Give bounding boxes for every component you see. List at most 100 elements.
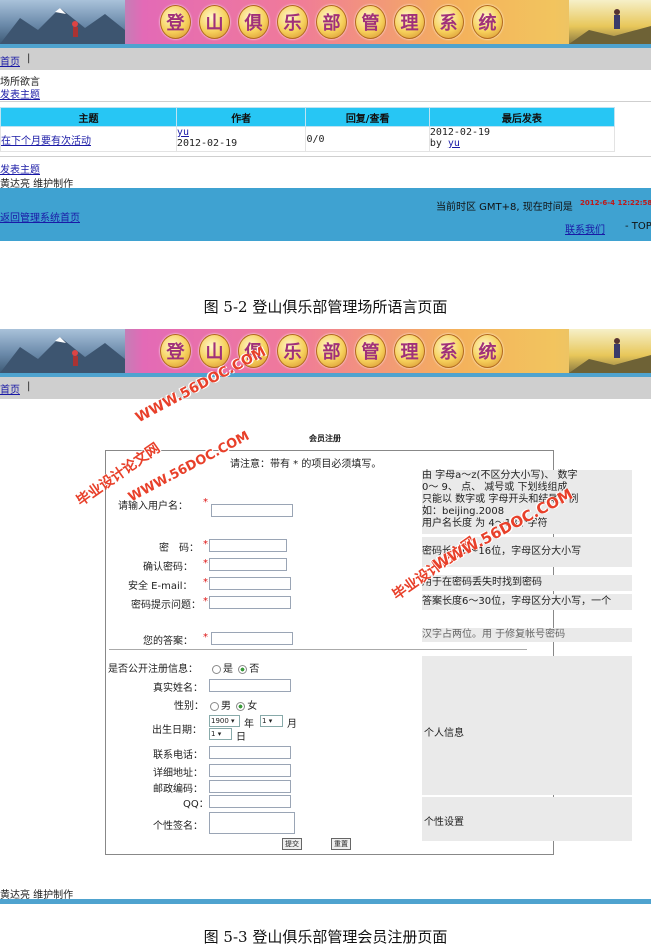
- table-row: 在下个月要有次活动 yu 2012-02-19 0/0 2012-02-19 by …: [0, 126, 616, 152]
- year-select[interactable]: 1900 ▾: [209, 715, 240, 727]
- public-radio-group: 是 否: [210, 660, 259, 675]
- confirm-password-label: 确认密码：: [143, 562, 193, 573]
- phone-label: 联系电话：: [153, 750, 203, 761]
- banner-title-char: 系: [433, 5, 464, 39]
- required-star: *: [203, 632, 208, 643]
- contact-link[interactable]: 联系我们: [565, 221, 605, 236]
- caption-figure-5-2: 图 5-2 登山俱乐部管理场所语言页面: [203, 298, 448, 316]
- required-star: *: [203, 539, 208, 550]
- answer-hint-2: 汉字占两位。用 于修复帐号密码: [422, 628, 632, 642]
- post-topic-link[interactable]: 发表主题: [0, 86, 40, 101]
- password-label: 密 码：: [159, 543, 199, 554]
- answer-input[interactable]: [211, 632, 293, 645]
- zip-label: 邮政编码：: [153, 784, 203, 795]
- required-star: *: [203, 558, 208, 569]
- personal-setting-text: 个性设置: [424, 817, 464, 828]
- last-post-by: by: [429, 138, 442, 149]
- required-star: *: [203, 577, 208, 588]
- registration-form: 请注意：带有 * 的项目必须填写。 由 字母a～z(不区分大小写)、 数字 0～ …: [105, 450, 632, 855]
- bottom-footer-strip: [0, 899, 651, 904]
- nav-home-link[interactable]: 首页: [0, 53, 20, 68]
- qq-label: QQ：: [183, 799, 209, 810]
- form-title: 会员注册: [309, 434, 341, 443]
- public-yes-radio[interactable]: [212, 664, 221, 674]
- personal-info-text: 个人信息: [424, 728, 464, 739]
- zip-input[interactable]: [209, 780, 291, 793]
- topic-table: 主题 作者 回复/查看 最后发表 在下个月要有次活动 yu 2012-02-19 …: [0, 107, 616, 152]
- last-post-date: 2012-02-19: [429, 127, 491, 138]
- answer-hint-1: 答案长度6～30位，字母区分大小写，一个: [422, 594, 632, 610]
- qq-input[interactable]: [209, 795, 291, 808]
- reset-button[interactable]: 重置: [331, 838, 351, 850]
- month-select[interactable]: 1 ▾: [260, 715, 283, 727]
- banner-title-char: 理: [394, 5, 425, 39]
- required-star: *: [203, 596, 208, 607]
- author-link[interactable]: yu: [177, 127, 189, 138]
- divider: [109, 649, 527, 650]
- public-info-label: 是否公开注册信息：: [108, 664, 198, 675]
- bottom-nav-bar: 首页 |: [0, 377, 651, 399]
- address-label: 详细地址：: [153, 768, 203, 779]
- top-link[interactable]: - TOP: [625, 221, 651, 232]
- birthday-label: 出生日期：: [152, 725, 202, 736]
- banner-title-char: 部: [316, 5, 347, 39]
- topic-link[interactable]: 在下个月要有次活动: [1, 136, 91, 147]
- signature-textarea[interactable]: [209, 812, 295, 834]
- banner-title-char: 系: [433, 334, 464, 368]
- mountain-climber-image: [0, 0, 125, 44]
- divider: [0, 156, 651, 157]
- gender-female-radio[interactable]: [236, 701, 246, 711]
- gender-radio-group: 男 女: [208, 697, 257, 712]
- gender-male-radio[interactable]: [210, 701, 219, 711]
- public-no-radio[interactable]: [238, 664, 248, 674]
- realname-label: 真实姓名：: [153, 683, 203, 694]
- top-nav-bar: 首页 |: [0, 48, 651, 70]
- banner-title-char: 统: [472, 5, 503, 39]
- divider: [0, 101, 651, 102]
- address-input[interactable]: [209, 764, 291, 777]
- email-input[interactable]: [209, 577, 291, 590]
- back-to-admin-link[interactable]: 返回管理系统首页: [0, 209, 80, 224]
- hiker-image: [569, 329, 651, 373]
- bottom-banner: 登山俱乐部管理系统: [0, 329, 651, 373]
- banner-title-char: 登: [160, 5, 191, 39]
- banner-title-char: 部: [316, 334, 347, 368]
- last-post-user-link[interactable]: yu: [448, 138, 460, 149]
- author-date: 2012-02-19: [176, 138, 238, 149]
- banner-title-char: 乐: [277, 5, 308, 39]
- password-input[interactable]: [209, 539, 287, 552]
- banner-title: 登山俱乐部管理系统: [160, 334, 503, 368]
- username-input[interactable]: [211, 504, 293, 517]
- username-label: 请输入用户名：: [118, 501, 188, 512]
- mountain-climber-image: [0, 329, 125, 373]
- top-footer-bar: 返回管理系统首页 当前时区 GMT+8, 现在时间是 2012-6-4 12:2…: [0, 188, 651, 241]
- question-label: 密码提示问题：: [131, 600, 201, 611]
- submit-button[interactable]: 提交: [282, 838, 302, 850]
- header-replies: 回复/查看: [305, 107, 430, 127]
- post-topic-link-bottom[interactable]: 发表主题: [0, 161, 40, 176]
- phone-input[interactable]: [209, 746, 291, 759]
- email-label: 安全 E-mail：: [128, 581, 193, 592]
- caption-figure-5-3: 图 5-3 登山俱乐部管理会员注册页面: [203, 928, 448, 946]
- answer-label: 您的答案：: [143, 636, 193, 647]
- question-input[interactable]: [209, 596, 291, 609]
- timezone-text: 当前时区 GMT+8, 现在时间是: [436, 202, 573, 213]
- required-star: *: [203, 497, 208, 508]
- banner-title-char: 俱: [238, 5, 269, 39]
- required-notice: 请注意：带有 * 的项目必须填写。: [230, 459, 382, 470]
- banner-title-char: 管: [355, 334, 386, 368]
- banner-title-char: 理: [394, 334, 425, 368]
- confirm-password-input[interactable]: [209, 558, 287, 571]
- top-banner: 登山俱乐部管理系统: [0, 0, 651, 44]
- banner-title: 登山俱乐部管理系统: [160, 5, 503, 39]
- realname-input[interactable]: [209, 679, 291, 692]
- day-select[interactable]: 1 ▾: [209, 728, 232, 740]
- email-hint: 用于在密码丢失时找到密码: [422, 575, 632, 591]
- current-time: 2012-6-4 12:22:58 AM: [580, 199, 651, 207]
- nav-separator: |: [27, 53, 31, 64]
- nav-separator: |: [27, 381, 31, 392]
- nav-home-link[interactable]: 首页: [0, 381, 20, 396]
- header-topic: 主题: [0, 107, 177, 127]
- header-last-post: 最后发表: [428, 107, 616, 127]
- banner-title-char: 山: [199, 5, 230, 39]
